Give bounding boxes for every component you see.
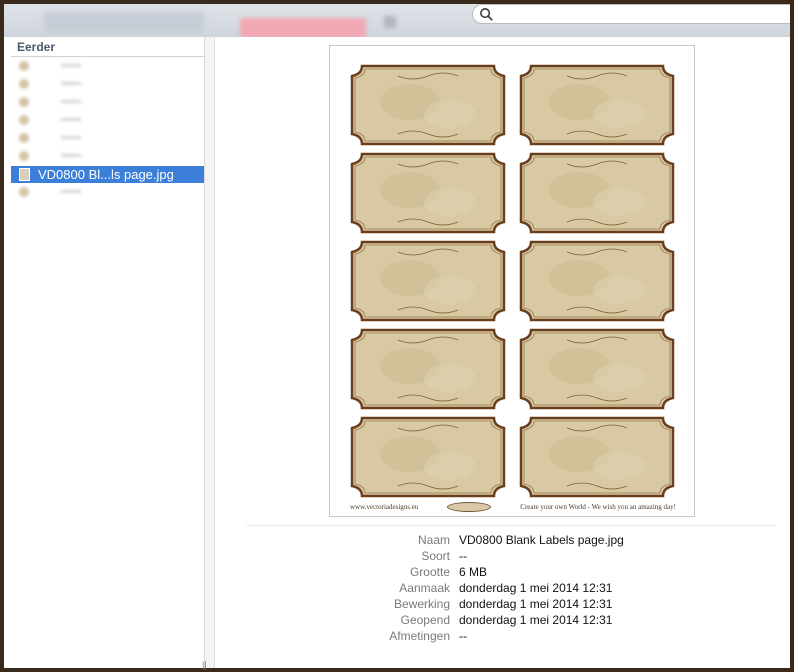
- blurred-label: [61, 118, 81, 121]
- finder-window: Eerder VD0800 Bl...ls page.jpg www.vecto…: [4, 37, 790, 668]
- info-key: Aanmaak: [399, 581, 450, 595]
- blurred-label: [61, 154, 81, 157]
- blank-label: [350, 416, 506, 498]
- info-key: Geopend: [400, 613, 450, 627]
- selected-file-label: VD0800 Bl...ls page.jpg: [38, 167, 174, 182]
- file-icon: [19, 133, 29, 143]
- info-key: Grootte: [409, 565, 450, 579]
- pane-splitter[interactable]: [205, 37, 215, 668]
- file-icon: [19, 97, 29, 107]
- search-field[interactable]: [472, 4, 790, 24]
- image-preview[interactable]: www.vectoriadesigns.eu Create your own W…: [329, 45, 695, 517]
- list-item[interactable]: [11, 75, 204, 93]
- blurred-close-icon: [384, 16, 396, 28]
- info-value: VD0800 Blank Labels page.jpg: [459, 533, 624, 547]
- file-icon: [19, 61, 29, 71]
- list-item[interactable]: [11, 183, 204, 201]
- info-row: Geopend donderdag 1 mei 2014 12:31: [216, 613, 790, 629]
- info-row: Soort --: [216, 549, 790, 565]
- blank-label: [350, 240, 506, 322]
- list-item[interactable]: [11, 93, 204, 111]
- info-row: Grootte 6 MB: [216, 565, 790, 581]
- info-key: Afmetingen: [389, 629, 450, 643]
- info-row: Naam VD0800 Blank Labels page.jpg: [216, 533, 790, 549]
- footer-url: www.vectoriadesigns.eu: [350, 503, 419, 511]
- file-info-table: Naam VD0800 Blank Labels page.jpg Soort -- G…: [216, 533, 790, 645]
- blank-label: [519, 152, 675, 234]
- blurred-label: [61, 64, 81, 67]
- footer-tagline: Create your own World - We wish you an a…: [520, 503, 676, 511]
- resize-grip[interactable]: ||: [202, 660, 207, 670]
- info-value: donderdag 1 mei 2014 12:31: [459, 613, 613, 627]
- blank-label: [350, 152, 506, 234]
- list-item[interactable]: [11, 111, 204, 129]
- divider: [246, 525, 776, 526]
- info-key: Soort: [421, 549, 450, 563]
- info-value: --: [459, 629, 467, 643]
- info-key: Bewerking: [393, 597, 450, 611]
- blank-label: [519, 416, 675, 498]
- info-row: Bewerking donderdag 1 mei 2014 12:31: [216, 597, 790, 613]
- info-value: 6 MB: [459, 565, 488, 579]
- blurred-pink-button: [240, 18, 366, 37]
- list-item[interactable]: [11, 129, 204, 147]
- image-file-icon: [19, 168, 30, 181]
- file-icon: [19, 151, 29, 161]
- file-icon: [19, 187, 29, 197]
- search-icon: [480, 8, 493, 21]
- blank-label: [350, 64, 506, 146]
- blurred-label: [61, 136, 81, 139]
- info-value: --: [459, 549, 467, 563]
- blurred-label: [61, 190, 81, 193]
- file-icon: [19, 115, 29, 125]
- info-row: Afmetingen --: [216, 629, 790, 645]
- list-item[interactable]: [11, 57, 204, 75]
- list-item[interactable]: [11, 147, 204, 165]
- blurred-logo: [44, 12, 204, 32]
- sidebar-header: Eerder: [11, 37, 204, 57]
- preview-footer: www.vectoriadesigns.eu Create your own W…: [350, 502, 676, 512]
- blurred-label: [61, 100, 81, 103]
- info-row: Aanmaak donderdag 1 mei 2014 12:31: [216, 581, 790, 597]
- blank-label: [350, 328, 506, 410]
- blank-label: [519, 328, 675, 410]
- info-key: Naam: [417, 533, 450, 547]
- sidebar: Eerder VD0800 Bl...ls page.jpg: [11, 37, 205, 668]
- selected-file-item[interactable]: VD0800 Bl...ls page.jpg: [11, 166, 204, 183]
- brand-logo: [447, 502, 492, 512]
- preview-pane: www.vectoriadesigns.eu Create your own W…: [216, 37, 790, 668]
- info-value: donderdag 1 mei 2014 12:31: [459, 597, 613, 611]
- blurred-label: [61, 82, 81, 85]
- file-icon: [19, 79, 29, 89]
- blank-label: [519, 64, 675, 146]
- info-value: donderdag 1 mei 2014 12:31: [459, 581, 613, 595]
- blank-label: [519, 240, 675, 322]
